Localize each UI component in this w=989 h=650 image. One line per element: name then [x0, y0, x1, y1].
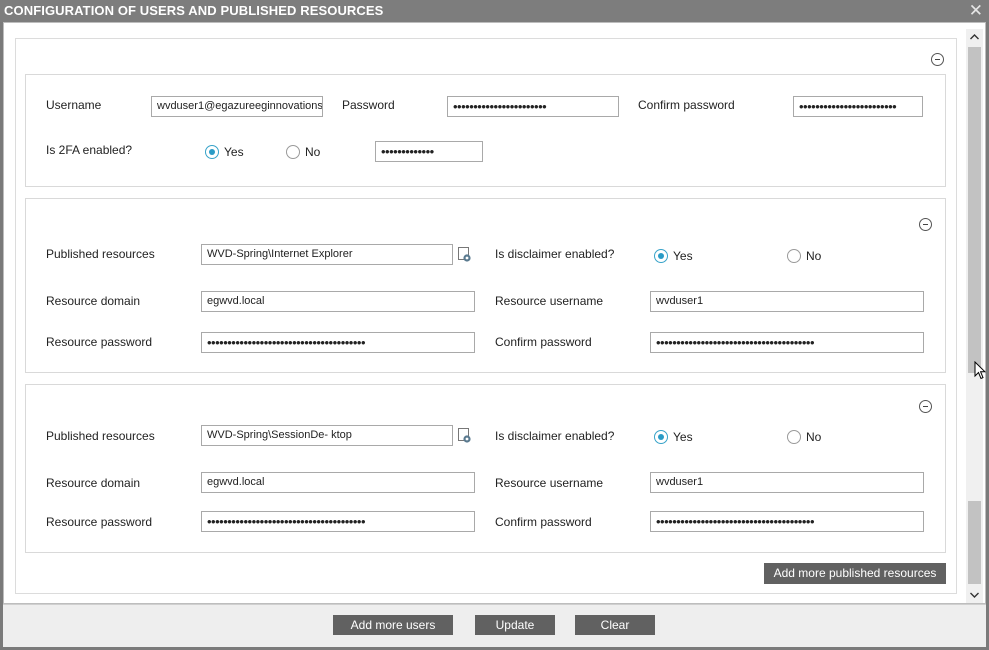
username-input[interactable]: wvduser1@egazureeginnovations.onmicrosof…: [151, 96, 323, 117]
published-resources-input[interactable]: WVD-Spring\Internet Explorer: [201, 244, 453, 265]
resource-confirm-password-label: Confirm password: [495, 335, 592, 349]
scroll-down-icon[interactable]: [966, 587, 983, 603]
add-users-button[interactable]: Add more users: [333, 615, 453, 635]
password-label: Password: [342, 98, 395, 112]
close-icon[interactable]: ✕: [969, 1, 983, 21]
dialog-title: CONFIGURATION OF USERS AND PUBLISHED RES…: [4, 3, 384, 18]
resource-username-input[interactable]: wvduser1: [650, 472, 924, 493]
scroll-up-icon[interactable]: [966, 29, 983, 45]
resource-password-input[interactable]: •••••••••••••••••••••••••••••••••••••••: [201, 511, 475, 532]
resource-username-input[interactable]: wvduser1: [650, 291, 924, 312]
resource-domain-input[interactable]: egwvd.local: [201, 472, 475, 493]
twofa-no-label: No: [305, 145, 321, 159]
dialog-body: Username wvduser1@egazureeginnovations.o…: [3, 22, 986, 604]
resource-password-label: Resource password: [46, 335, 153, 349]
update-button[interactable]: Update: [475, 615, 555, 635]
twofa-yes-radio[interactable]: [205, 145, 219, 159]
mouse-cursor-icon: [974, 361, 986, 380]
user-credentials-section: Username wvduser1@egazureeginnovations.o…: [25, 74, 946, 187]
dialog-scrollbar[interactable]: [966, 29, 983, 603]
resource-domain-label: Resource domain: [46, 294, 141, 308]
resource-section-1: Published resources WVD-Spring\Internet …: [25, 198, 946, 373]
resource-settings-icon[interactable]: [458, 428, 472, 444]
resource-password-label: Resource password: [46, 515, 153, 529]
twofa-secret-input[interactable]: •••••••••••••: [375, 141, 483, 162]
resource-section-2: Published resources WVD-Spring\SessionDe…: [25, 384, 946, 553]
dialog-titlebar: CONFIGURATION OF USERS AND PUBLISHED RES…: [0, 0, 989, 22]
collapse-resource-1-icon[interactable]: [919, 218, 932, 231]
scroll-thumb-bottom[interactable]: [968, 501, 981, 584]
confirm-password-label: Confirm password: [638, 98, 735, 112]
resource-confirm-password-label: Confirm password: [495, 515, 592, 529]
resource-confirm-password-input[interactable]: •••••••••••••••••••••••••••••••••••••••: [650, 511, 924, 532]
disclaimer-label: Is disclaimer enabled?: [495, 429, 615, 443]
twofa-no-radio[interactable]: [286, 145, 300, 159]
disclaimer-yes-label: Yes: [673, 430, 693, 444]
resource-username-label: Resource username: [495, 294, 604, 308]
clear-button[interactable]: Clear: [575, 615, 655, 635]
resource-settings-icon[interactable]: [458, 247, 472, 263]
disclaimer-no-label: No: [806, 249, 822, 263]
resource-username-label: Resource username: [495, 476, 604, 490]
resource-confirm-password-input[interactable]: •••••••••••••••••••••••••••••••••••••••: [650, 332, 924, 353]
resource-password-input[interactable]: •••••••••••••••••••••••••••••••••••••••: [201, 332, 475, 353]
published-resources-label: Published resources: [46, 429, 155, 443]
resource-domain-label: Resource domain: [46, 476, 141, 490]
twofa-yes-label: Yes: [224, 145, 244, 159]
twofa-label: Is 2FA enabled?: [46, 143, 133, 157]
disclaimer-no-label: No: [806, 430, 822, 444]
scroll-thumb-top[interactable]: [968, 47, 981, 373]
confirm-password-input[interactable]: ••••••••••••••••••••••••: [793, 96, 923, 117]
disclaimer-yes-radio[interactable]: [654, 249, 668, 263]
disclaimer-yes-label: Yes: [673, 249, 693, 263]
disclaimer-no-radio[interactable]: [787, 430, 801, 444]
published-resources-input[interactable]: WVD-Spring\SessionDe- ktop: [201, 425, 453, 446]
add-published-resources-button[interactable]: Add more published resources: [764, 563, 946, 584]
resource-domain-input[interactable]: egwvd.local: [201, 291, 475, 312]
collapse-user-icon[interactable]: [931, 53, 944, 66]
disclaimer-label: Is disclaimer enabled?: [495, 247, 615, 261]
username-label: Username: [46, 98, 102, 112]
dialog-footer: Add more users Update Clear: [3, 604, 986, 647]
published-resources-label: Published resources: [46, 247, 155, 261]
collapse-resource-2-icon[interactable]: [919, 400, 932, 413]
disclaimer-yes-radio[interactable]: [654, 430, 668, 444]
disclaimer-no-radio[interactable]: [787, 249, 801, 263]
password-input[interactable]: •••••••••••••••••••••••: [447, 96, 619, 117]
